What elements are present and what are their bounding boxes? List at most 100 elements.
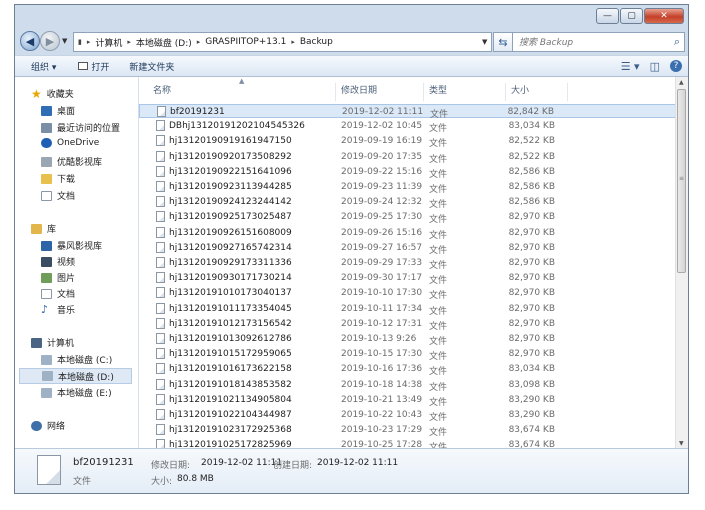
table-row[interactable]: hj13120191023172925368 2019-10-23 17:29 文件… — [139, 423, 676, 438]
file-name: hj13120191016173622158 — [169, 364, 292, 375]
recent-places-icon — [41, 122, 52, 133]
file-date: 2019-09-22 15:16 — [341, 166, 423, 177]
sidebar-item-youku[interactable]: 优酷影视库 — [41, 155, 102, 168]
search-icon[interactable]: ⌕ — [674, 35, 680, 49]
table-row[interactable]: hj13120191015172959065 2019-10-15 17:30 文件… — [139, 347, 676, 363]
table-row[interactable]: hj13120190930171730214 2019-09-30 17:17 文件… — [139, 271, 676, 287]
sidebar-item-drive-e[interactable]: 本地磁盘 (E:) — [41, 386, 112, 399]
scroll-up-icon[interactable]: ▲ — [679, 79, 684, 86]
sidebar-item-drive-c[interactable]: 本地磁盘 (C:) — [41, 353, 112, 366]
table-row[interactable]: hj13120190920173508292 2019-09-20 17:35 文件… — [139, 150, 676, 165]
breadcrumb-backup[interactable]: Backup — [300, 37, 333, 47]
video-library-icon — [41, 240, 52, 251]
sidebar-item-pictures[interactable]: 图片 — [41, 271, 75, 284]
close-button[interactable]: ✕ — [644, 8, 684, 24]
table-row[interactable]: hj13120191012173156542 2019-10-12 17:31 文件… — [139, 317, 676, 332]
file-size: 82,970 KB — [508, 212, 555, 223]
search-box[interactable]: ⌕ — [512, 32, 685, 52]
file-size: 82,970 KB — [508, 318, 555, 329]
folder-icon: ▮ — [78, 38, 82, 46]
file-icon — [156, 241, 165, 253]
sidebar-favorites[interactable]: ★ 收藏夹 — [31, 87, 74, 101]
open-button[interactable]: 打开 — [78, 60, 109, 73]
column-header-name[interactable]: 名称 — [153, 83, 171, 96]
scroll-down-icon[interactable]: ▼ — [679, 440, 684, 447]
file-icon — [156, 226, 165, 238]
breadcrumb-computer[interactable]: 计算机 — [95, 36, 122, 49]
file-date: 2019-10-12 17:31 — [341, 318, 423, 329]
file-type: 文件 — [429, 276, 448, 287]
sidebar-item-downloads[interactable]: 下载 — [41, 172, 75, 185]
table-row[interactable]: hj13120191018143853582 2019-10-18 14:38 文件… — [139, 378, 676, 393]
table-row[interactable]: bf20191231 2019-12-02 11:11 文件 82,842 KB — [139, 104, 676, 120]
minimize-button[interactable]: — — [596, 8, 619, 24]
sidebar-item-music[interactable]: ♪ 音乐 — [41, 303, 75, 317]
file-name: hj13120190925173025487 — [169, 212, 292, 223]
table-row[interactable]: hj13120190924123244142 2019-09-24 12:32 文件… — [139, 195, 676, 210]
column-header-date[interactable]: 修改日期 — [341, 83, 377, 96]
breadcrumb-drive-d[interactable]: 本地磁盘 (D:) — [136, 36, 192, 49]
organize-button[interactable]: 组织 ▾ — [31, 60, 56, 73]
file-date: 2019-10-15 17:30 — [341, 349, 423, 360]
file-type: 文件 — [429, 185, 448, 195]
table-row[interactable]: hj13120191011173354045 2019-10-11 17:34 文件… — [139, 302, 676, 317]
maximize-button[interactable]: ▢ — [620, 8, 643, 24]
back-button[interactable]: ◀ — [20, 31, 40, 51]
table-row[interactable]: hj13120190923113944285 2019-09-23 11:39 文件… — [139, 180, 676, 195]
sidebar-item-videos[interactable]: 视频 — [41, 255, 75, 268]
sidebar-computer[interactable]: 计算机 — [31, 336, 74, 349]
change-view-icon[interactable]: ☰ ▾ — [621, 60, 640, 73]
recent-pages-chevron-icon[interactable]: ▼ — [62, 37, 67, 45]
table-row[interactable]: hj13120190922151641096 2019-09-22 15:16 文件… — [139, 165, 676, 180]
table-row[interactable]: hj13120191013092612786 2019-10-13 9:26 文件 8… — [139, 332, 676, 347]
column-header-size[interactable]: 大小 — [511, 83, 529, 96]
file-date: 2019-09-26 15:16 — [341, 227, 423, 238]
file-icon — [156, 302, 165, 314]
sidebar-network[interactable]: 网络 — [31, 419, 65, 432]
file-icon — [156, 181, 165, 192]
help-icon[interactable]: ? — [670, 60, 682, 72]
sidebar-item-lib-documents[interactable]: 文档 — [41, 287, 75, 300]
file-type: 文件 — [429, 321, 448, 332]
file-icon — [156, 135, 165, 147]
downloads-folder-icon — [41, 173, 52, 184]
table-row[interactable]: hj13120190919161947150 2019-09-19 16:19 文件… — [139, 134, 676, 150]
film-icon — [41, 256, 52, 267]
sidebar-item-recent[interactable]: 最近访问的位置 — [41, 121, 120, 134]
table-row[interactable]: hj13120190927165742314 2019-09-27 16:57 文件… — [139, 241, 676, 256]
table-row[interactable]: DBhj13120191202104545326 2019-12-02 10:45… — [139, 119, 676, 134]
sidebar-libraries[interactable]: 库 — [31, 222, 56, 235]
forward-button[interactable]: ▶ — [40, 31, 60, 51]
table-row[interactable]: hj13120191022104344987 2019-10-22 10:43 文件… — [139, 408, 676, 423]
search-input[interactable] — [517, 34, 666, 52]
breadcrumb-graspiitop[interactable]: GRASPIITOP+13.1 — [205, 37, 286, 47]
address-dropdown-chevron-icon[interactable]: ▼ — [482, 38, 487, 46]
sidebar-item-documents[interactable]: 文档 — [41, 189, 75, 202]
preview-pane-icon[interactable]: ◫ — [650, 60, 660, 73]
table-row[interactable]: hj13120191016173622158 2019-10-16 17:36 文件… — [139, 362, 676, 378]
file-date: 2019-09-25 17:30 — [341, 212, 423, 223]
table-row[interactable]: hj13120191021134905804 2019-10-21 13:49 文件… — [139, 393, 676, 408]
file-size: 83,034 KB — [508, 364, 555, 375]
file-type: 文件 — [429, 367, 448, 378]
file-date: 2019-09-27 16:57 — [341, 242, 423, 253]
address-bar[interactable]: ▮ ▸ 计算机 ▸ 本地磁盘 (D:) ▸ GRASPIITOP+13.1 ▸ … — [73, 32, 492, 52]
file-type: 文件 — [429, 261, 448, 271]
table-row[interactable]: hj13120190926151608009 2019-09-26 15:16 文件… — [139, 226, 676, 241]
video-library-icon — [41, 156, 52, 167]
new-folder-button[interactable]: 新建文件夹 — [129, 60, 174, 73]
table-row[interactable]: hj13120190925173025487 2019-09-25 17:30 文件… — [139, 210, 676, 225]
file-type: 文件 — [429, 154, 448, 165]
column-header-type[interactable]: 类型 — [429, 83, 447, 96]
table-row[interactable]: hj13120191010173040137 2019-10-10 17:30 文件… — [139, 286, 676, 301]
sidebar-item-baofeng[interactable]: 暴风影视库 — [41, 239, 102, 252]
sidebar-item-onedrive[interactable]: OneDrive — [41, 138, 99, 148]
file-type: 文件 — [429, 139, 448, 150]
vertical-scrollbar[interactable]: ▲ ≡ ▼ — [675, 77, 688, 449]
file-name: hj13120190929173311336 — [169, 258, 292, 268]
table-row[interactable]: hj13120190929173311336 2019-09-29 17:33 文件… — [139, 256, 676, 271]
file-type: 文件 — [429, 352, 448, 363]
sidebar-item-desktop[interactable]: 桌面 — [41, 104, 75, 117]
refresh-icon[interactable]: ⇆ — [493, 32, 513, 52]
sidebar-item-drive-d[interactable]: 本地磁盘 (D:) — [19, 368, 132, 384]
